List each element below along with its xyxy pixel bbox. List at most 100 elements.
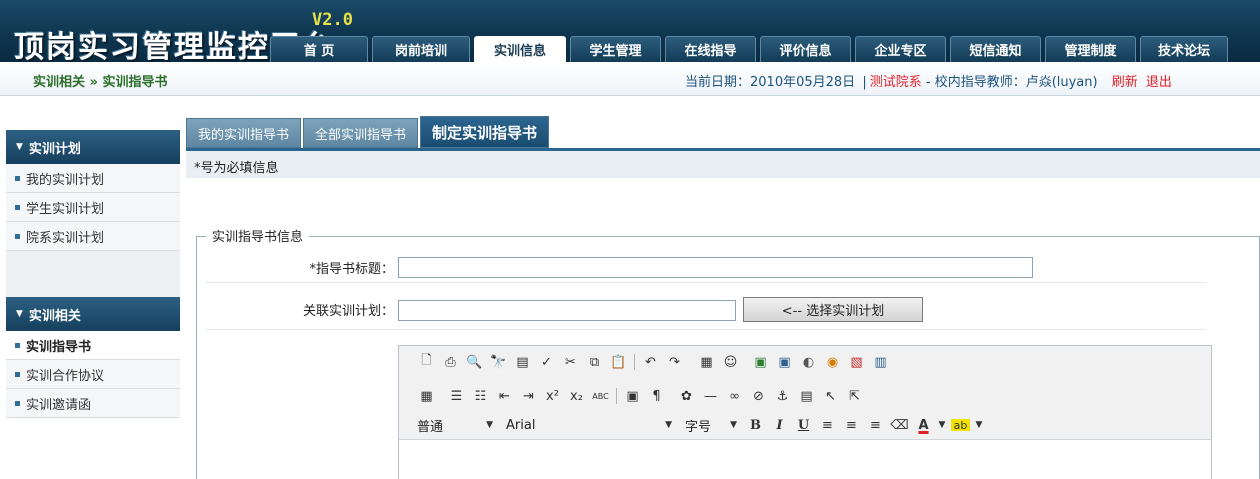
unlink-icon[interactable]: ⊘ xyxy=(749,387,768,406)
paste-word-icon[interactable]: ▣ xyxy=(623,387,642,406)
tab-all-guide-books[interactable]: 全部实训指导书 xyxy=(303,118,419,148)
insert-table-icon[interactable]: ▦ xyxy=(697,353,716,372)
align-right-icon[interactable]: ≡ xyxy=(866,416,885,435)
font-family-select[interactable]: Arial ▼ xyxy=(502,416,676,435)
sidebar-item-dept-plans[interactable]: 院系实训计划 xyxy=(6,222,180,251)
bullet-icon xyxy=(15,400,20,406)
find-icon[interactable]: 🔭 xyxy=(489,353,508,372)
logout-link[interactable]: 退出 xyxy=(1146,75,1172,90)
page-break-icon[interactable]: ▤ xyxy=(797,387,816,406)
underline-icon[interactable]: U xyxy=(794,416,813,435)
font-size-select[interactable]: 字号 ▼ xyxy=(681,416,741,435)
format-select[interactable]: 普通 ▼ xyxy=(413,416,497,435)
print-icon[interactable]: ⎙ xyxy=(441,353,460,372)
subscript-icon[interactable]: x₂ xyxy=(567,387,586,406)
paragraph-icon[interactable]: ¶ xyxy=(647,387,666,406)
cut-icon[interactable]: ✂ xyxy=(561,353,580,372)
table-icon[interactable]: ▦ xyxy=(417,387,436,406)
nav-tab-sms-notice[interactable]: 短信通知 xyxy=(950,36,1041,62)
superscript-icon[interactable]: x² xyxy=(543,387,562,406)
horizontal-rule-icon[interactable]: — xyxy=(701,387,720,406)
linked-plan-input[interactable] xyxy=(398,300,736,321)
toolbar-separator xyxy=(616,388,617,404)
align-left-icon[interactable]: ≡ xyxy=(818,416,837,435)
new-doc-icon[interactable]: 🗋 xyxy=(417,353,436,372)
sidebar-item-invitation-letter[interactable]: 实训邀请函 xyxy=(6,389,180,418)
picture-icon[interactable]: ▣ xyxy=(775,353,794,372)
sidebar: ▼ 实训计划 我的实训计划 学生实训计划 院系实训计划 ▼ 实训相关 实训指导书… xyxy=(6,130,180,418)
toolbar-row-1: 🗋 ⎙ 🔍 🔭 ▤ ✓ ✂ ⧉ 📋 ↶ ↷ ▦ ☺ ▣ ▣ ◐ ◉ ▧ ▥ xyxy=(417,351,890,373)
outdent-icon[interactable]: ⇤ xyxy=(495,387,514,406)
emoticon-icon[interactable]: ☺ xyxy=(721,353,740,372)
refresh-link[interactable]: 刷新 xyxy=(1112,75,1138,90)
paste-icon[interactable]: 📋 xyxy=(609,353,628,372)
nav-tab-home[interactable]: 首 页 xyxy=(270,36,368,62)
nav-tab-student-mgmt[interactable]: 学生管理 xyxy=(570,36,661,62)
special-char-icon[interactable]: ✿ xyxy=(677,387,696,406)
undo-icon[interactable]: ↶ xyxy=(641,353,660,372)
sidebar-section-training-plan[interactable]: ▼ 实训计划 xyxy=(6,130,180,164)
unordered-list-icon[interactable]: ☷ xyxy=(471,387,490,406)
site-version: V2.0 xyxy=(312,10,353,30)
align-center-icon[interactable]: ≡ xyxy=(842,416,861,435)
role-text: - 校内指导教师：卢焱(luyan) xyxy=(921,75,1098,90)
sidebar-item-my-plans[interactable]: 我的实训计划 xyxy=(6,164,180,193)
font-color-icon[interactable]: A xyxy=(914,416,933,435)
image-icon[interactable]: ▣ xyxy=(751,353,770,372)
spell-icon[interactable]: ABC xyxy=(591,387,610,406)
nav-tab-tech-forum[interactable]: 技术论坛 xyxy=(1140,36,1228,62)
cursor-icon[interactable]: ↖ xyxy=(821,387,840,406)
form-icon[interactable]: ▥ xyxy=(871,353,890,372)
ordered-list-icon[interactable]: ☰ xyxy=(447,387,466,406)
info-separator: | xyxy=(862,75,867,90)
content-tabs: 我的实训指导书 全部实训指导书 制定实训指导书 xyxy=(186,116,550,148)
sidebar-item-label: 我的实训计划 xyxy=(26,172,105,188)
chevron-down-icon: ▼ xyxy=(665,420,672,430)
chevron-down-icon[interactable]: ▼ xyxy=(938,416,946,435)
collapse-triangle-icon: ▼ xyxy=(16,142,23,152)
bold-icon[interactable]: B xyxy=(746,416,765,435)
date-value: 2010年05月28日 xyxy=(750,75,856,90)
tab-my-guide-books[interactable]: 我的实训指导书 xyxy=(186,118,302,148)
nav-tab-evaluation[interactable]: 评价信息 xyxy=(760,36,851,62)
sidebar-item-label: 实训合作协议 xyxy=(26,368,105,384)
guide-title-input[interactable] xyxy=(398,257,1033,278)
save-icon[interactable]: ▤ xyxy=(513,353,532,372)
nav-tab-regulations[interactable]: 管理制度 xyxy=(1045,36,1136,62)
pdf-icon[interactable]: ▧ xyxy=(847,353,866,372)
indent-icon[interactable]: ⇥ xyxy=(519,387,538,406)
tab-create-guide-book[interactable]: 制定实训指导书 xyxy=(420,116,550,148)
editor-content-area[interactable] xyxy=(399,441,1211,479)
toolbar-row-2: ▦ ☰ ☷ ⇤ ⇥ x² x₂ ABC ▣ ¶ ✿ — ∞ ⊘ ⚓ ▤ ↖ ⇱ xyxy=(417,385,864,407)
chevron-down-icon[interactable]: ▼ xyxy=(975,416,983,435)
spellcheck-icon[interactable]: ✓ xyxy=(537,353,556,372)
editor-toolbar: 🗋 ⎙ 🔍 🔭 ▤ ✓ ✂ ⧉ 📋 ↶ ↷ ▦ ☺ ▣ ▣ ◐ ◉ ▧ ▥ ▦ … xyxy=(399,346,1211,440)
nav-tab-pre-training[interactable]: 岗前培训 xyxy=(372,36,470,62)
select-icon[interactable]: ⇱ xyxy=(845,387,864,406)
link-icon[interactable]: ∞ xyxy=(725,387,744,406)
sidebar-item-cooperation-agreement[interactable]: 实训合作协议 xyxy=(6,360,180,389)
toolbar-row-3: 普通 ▼ Arial ▼ 字号 ▼ B I U ≡ ≡ ≡ ⌫ A ▼ ab ▼ xyxy=(413,414,983,436)
highlight-icon[interactable]: ab xyxy=(951,419,970,432)
breadcrumb: 实训相关 » 实训指导书 xyxy=(33,75,168,90)
sidebar-item-label: 实训邀请函 xyxy=(26,397,92,413)
sidebar-item-label: 学生实训计划 xyxy=(26,201,105,217)
preview-icon[interactable]: 🔍 xyxy=(465,353,484,372)
nav-tab-online-guidance[interactable]: 在线指导 xyxy=(665,36,756,62)
redo-icon[interactable]: ↷ xyxy=(665,353,684,372)
nav-tab-enterprise[interactable]: 企业专区 xyxy=(855,36,946,62)
sidebar-item-guide-book[interactable]: 实训指导书 xyxy=(6,331,180,360)
sidebar-section-training-related[interactable]: ▼ 实训相关 xyxy=(6,297,180,331)
copy-icon[interactable]: ⧉ xyxy=(585,353,604,372)
plan-label: 关联实训计划： xyxy=(302,304,394,319)
sidebar-item-student-plans[interactable]: 学生实训计划 xyxy=(6,193,180,222)
eraser-icon[interactable]: ⌫ xyxy=(890,416,909,435)
media-icon[interactable]: ◉ xyxy=(823,353,842,372)
flash-icon[interactable]: ◐ xyxy=(799,353,818,372)
italic-icon[interactable]: I xyxy=(770,416,789,435)
sidebar-spacer xyxy=(6,251,180,297)
anchor-icon[interactable]: ⚓ xyxy=(773,387,792,406)
select-plan-button[interactable]: <-- 选择实训计划 xyxy=(743,297,923,322)
bullet-icon xyxy=(15,175,20,181)
nav-tab-training-info[interactable]: 实训信息 xyxy=(474,36,566,62)
